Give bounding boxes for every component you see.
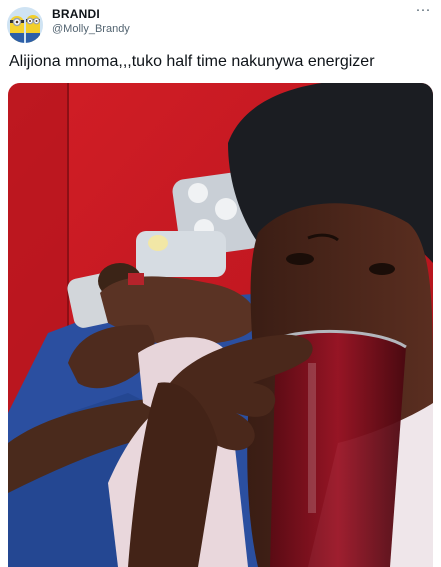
author-display-name[interactable]: BRANDI (52, 7, 100, 21)
minions-avatar-icon[interactable] (7, 7, 43, 43)
tweet-text: Alijiona mnoma,,,tuko half time nakunywa… (9, 53, 375, 70)
tweet-card: BRANDI @Molly_Brandy ··· Alijiona mnoma,… (0, 0, 441, 567)
tweet-photo[interactable] (8, 83, 433, 567)
more-options-icon[interactable]: ··· (413, 2, 433, 20)
author-handle[interactable]: @Molly_Brandy (52, 23, 130, 35)
